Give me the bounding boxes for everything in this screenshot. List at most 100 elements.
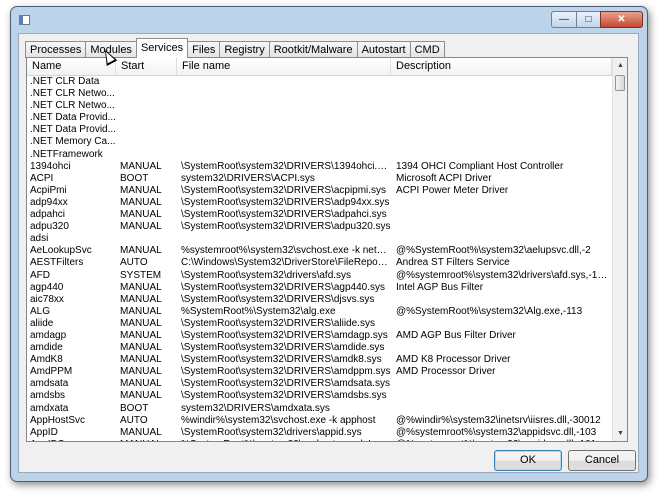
scroll-down-icon[interactable]: ▼ <box>613 426 627 441</box>
service-name-cell: AFD <box>30 269 50 281</box>
file-name-cell: system32\DRIVERS\ACPI.sys <box>181 172 315 184</box>
table-row[interactable]: AcpiPmi MANUAL \SystemRoot\system32\DRIVER… <box>27 185 612 197</box>
file-name-cell <box>177 88 391 100</box>
table-row[interactable]: .NET CLR Netwo... <box>27 100 612 112</box>
tab-rootkit-malware[interactable]: Rootkit/Malware <box>268 41 358 58</box>
table-row[interactable]: amdsata MANUAL \SystemRoot\system32\DRIVER… <box>27 378 612 390</box>
service-name-cell: AppHostSvc <box>30 414 86 426</box>
column-header-file-name[interactable]: File name <box>177 58 391 75</box>
table-row[interactable]: amdagp MANUAL \SystemRoot\system32\DRIVERS… <box>27 330 612 342</box>
table-row[interactable]: ALG MANUAL %SystemRoot%\System32\alg.exe @%… <box>27 306 612 318</box>
file-name-cell: \SystemRoot\system32\DRIVERS\1394ohci.sy… <box>181 160 391 172</box>
tab-processes[interactable]: Processes <box>25 41 87 58</box>
service-name-cell: ALG <box>30 305 51 317</box>
table-row[interactable]: .NETFramework <box>27 149 612 161</box>
description-cell: @%windir%\system32\inetsrv\iisres.dll,-3… <box>396 414 601 426</box>
start-type-cell: MANUAL <box>120 366 162 378</box>
file-name-cell: %SystemRoot%\System32\alg.exe <box>181 305 336 317</box>
vertical-scrollbar[interactable]: ▲ ▼ <box>612 58 627 441</box>
table-row[interactable]: .NET Data Provid... <box>27 124 612 136</box>
file-name-cell: \SystemRoot\system32\DRIVERS\agp440.sys <box>181 281 385 293</box>
tab-cmd[interactable]: CMD <box>409 41 445 58</box>
start-type-cell <box>116 233 177 245</box>
description-cell <box>391 209 612 221</box>
service-name-cell: .NETFramework <box>30 148 103 160</box>
table-row[interactable]: .NET CLR Netwo... <box>27 88 612 100</box>
start-type-cell: AUTO <box>120 414 148 426</box>
file-name-cell: \SystemRoot\system32\DRIVERS\amdk8.sys <box>181 354 382 366</box>
service-name-cell: .NET Data Provid... <box>30 112 116 124</box>
table-row[interactable]: adpahci MANUAL \SystemRoot\system32\DRIVER… <box>27 209 612 221</box>
file-name-cell: \SystemRoot\system32\DRIVERS\adp94xx.sys <box>181 196 390 208</box>
file-name-cell <box>177 100 391 112</box>
start-type-cell: BOOT <box>120 172 149 184</box>
table-row[interactable]: .NET Memory Ca... <box>27 136 612 148</box>
table-row[interactable]: AmdPPM MANUAL \SystemRoot\system32\DRIVERS… <box>27 366 612 378</box>
service-name-cell: .NET Memory Ca... <box>30 136 116 148</box>
description-cell <box>391 197 612 209</box>
table-row[interactable]: amdide MANUAL \SystemRoot\system32\DRIVERS… <box>27 342 612 354</box>
start-type-cell: AUTO <box>120 257 148 269</box>
maximize-icon: □ <box>585 14 592 25</box>
service-name-cell: AcpiPmi <box>30 184 67 196</box>
tab-files[interactable]: Files <box>187 41 221 58</box>
table-row[interactable]: 1394ohci MANUAL \SystemRoot\system32\DRIVE… <box>27 161 612 173</box>
list-rows: .NET CLR Data .NET CLR Netwo... .NET CLR N… <box>27 76 612 441</box>
table-row[interactable]: AFD SYSTEM \SystemRoot\system32\drivers\af… <box>27 270 612 282</box>
title-bar[interactable]: — □ ✕ <box>11 7 647 33</box>
table-row[interactable]: AppHostSvc AUTO %windir%\system32\svchost.… <box>27 415 612 427</box>
scroll-up-icon[interactable]: ▲ <box>613 58 627 73</box>
column-header-description[interactable]: Description <box>391 58 612 75</box>
table-row[interactable]: AeLookupSvc MANUAL %systemroot%\system32\s… <box>27 245 612 257</box>
file-name-cell: \SystemRoot\system32\DRIVERS\acpipmi.sys <box>181 184 387 196</box>
start-type-cell: MANUAL <box>116 439 177 441</box>
close-button[interactable]: ✕ <box>600 11 643 28</box>
table-row[interactable]: AmdK8 MANUAL \SystemRoot\system32\DRIVERS\… <box>27 354 612 366</box>
start-type-cell <box>116 149 177 161</box>
scroll-thumb[interactable] <box>615 75 625 91</box>
service-name-cell: ACPI <box>30 172 54 184</box>
description-cell: @%SystemRoot%\system32\aelupsvc.dll,-2 <box>396 245 591 257</box>
description-cell: Microsoft ACPI Driver <box>396 172 492 184</box>
column-header-start[interactable]: Start <box>116 58 177 75</box>
table-row[interactable]: ACPI BOOT system32\DRIVERS\ACPI.sys Microso… <box>27 173 612 185</box>
table-row[interactable]: agp440 MANUAL \SystemRoot\system32\DRIVERS… <box>27 282 612 294</box>
table-row[interactable]: .NET Data Provid... <box>27 112 612 124</box>
column-header-name[interactable]: Name <box>27 58 116 75</box>
table-row[interactable]: aic78xx MANUAL \SystemRoot\system32\DRIVER… <box>27 294 612 306</box>
services-list[interactable]: Name Start File name Description .NET CL… <box>26 57 628 442</box>
table-row[interactable]: adsi <box>27 233 612 245</box>
tab-autostart[interactable]: Autostart <box>356 41 411 58</box>
maximize-button[interactable]: □ <box>576 11 601 28</box>
file-name-cell: \SystemRoot\system32\DRIVERS\amdppm.sys <box>181 366 391 378</box>
cancel-button[interactable]: Cancel <box>568 450 636 471</box>
service-name-cell: AeLookupSvc <box>30 245 92 257</box>
service-name-cell: .NET CLR Netwo... <box>30 88 115 100</box>
table-row[interactable]: AESTFilters AUTO C:\Windows\System32\Drive… <box>27 257 612 269</box>
table-row[interactable]: adp94xx MANUAL \SystemRoot\system32\DRIVER… <box>27 197 612 209</box>
description-cell: 1394 OHCI Compliant Host Controller <box>396 160 564 172</box>
table-row[interactable]: adpu320 MANUAL \SystemRoot\system32\DRIVER… <box>27 221 612 233</box>
minimize-button[interactable]: — <box>551 11 577 28</box>
start-type-cell: MANUAL <box>120 184 162 196</box>
table-row[interactable]: AppID MANUAL \SystemRoot\system32\drivers\… <box>27 427 612 439</box>
start-type-cell: SYSTEM <box>120 269 162 281</box>
file-name-cell <box>177 136 391 148</box>
start-type-cell: MANUAL <box>120 305 162 317</box>
ok-button[interactable]: OK <box>494 450 562 471</box>
table-row[interactable]: amdxata BOOT system32\DRIVERS\amdxata.sys <box>27 403 612 415</box>
description-cell: @%systemroot%\system32\appidsvc.dll,-103 <box>396 426 597 438</box>
table-row[interactable]: amdsbs MANUAL \SystemRoot\system32\DRIVERS… <box>27 390 612 402</box>
table-row[interactable]: .NET CLR Data <box>27 76 612 88</box>
description-cell <box>391 294 612 306</box>
tab-services[interactable]: Services <box>135 38 189 58</box>
table-row[interactable]: aliide MANUAL \SystemRoot\system32\DRIVERS… <box>27 318 612 330</box>
service-name-cell: AmdPPM <box>30 366 73 378</box>
tab-registry[interactable]: Registry <box>219 41 270 58</box>
file-name-cell: \SystemRoot\system32\DRIVERS\amdagp.sys <box>181 329 388 341</box>
start-type-cell: MANUAL <box>120 160 162 172</box>
description-cell <box>391 318 612 330</box>
description-cell <box>391 378 612 390</box>
table-row[interactable]: AppIDSvcMANUAL%SystemRoot%\system32\svch… <box>27 439 612 441</box>
service-name-cell: adpahci <box>30 209 66 221</box>
